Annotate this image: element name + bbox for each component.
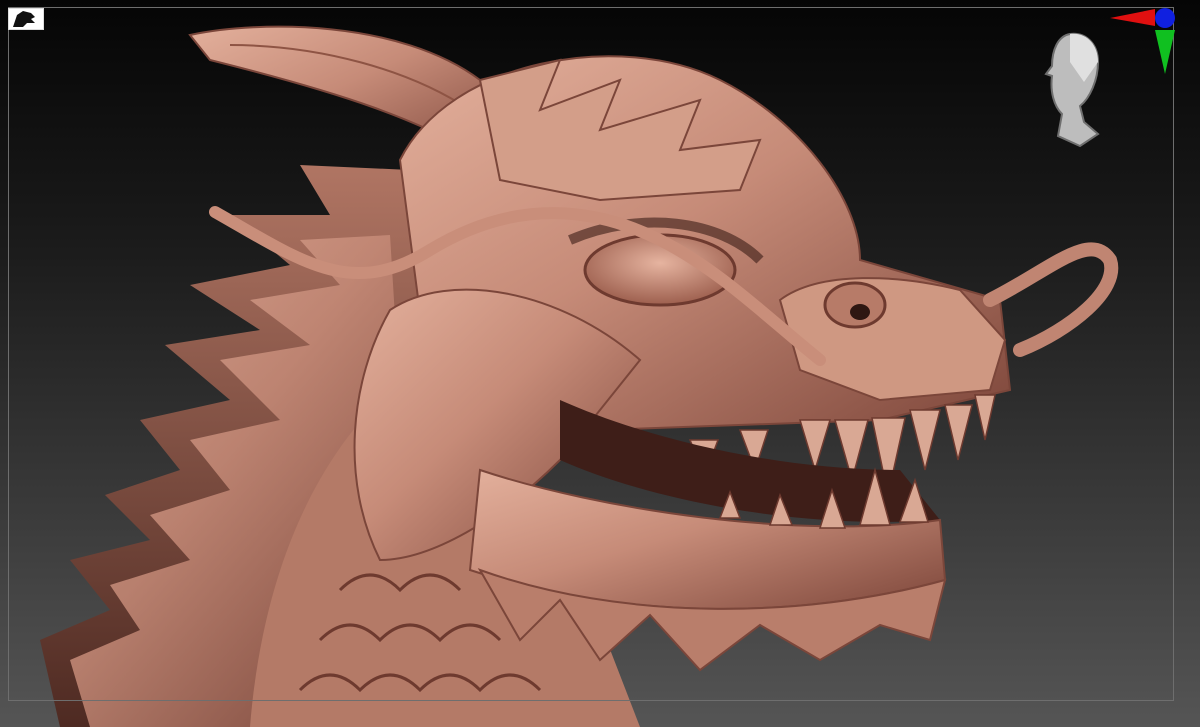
dragon-sculpt-model[interactable]: [0, 0, 1200, 727]
xyz-axis-gizmo-icon[interactable]: [1105, 4, 1180, 79]
nostril-hole: [850, 304, 870, 320]
head-navigator-icon[interactable]: [1040, 22, 1108, 152]
nostril: [823, 281, 887, 329]
3d-viewport[interactable]: [0, 0, 1200, 727]
y-axis-arrow-icon: [1155, 30, 1175, 74]
x-axis-arrow-icon: [1110, 9, 1155, 26]
z-axis-dot-icon: [1155, 8, 1175, 28]
snout-whisker: [983, 242, 1119, 357]
dragon-silhouette-icon[interactable]: [8, 8, 44, 30]
